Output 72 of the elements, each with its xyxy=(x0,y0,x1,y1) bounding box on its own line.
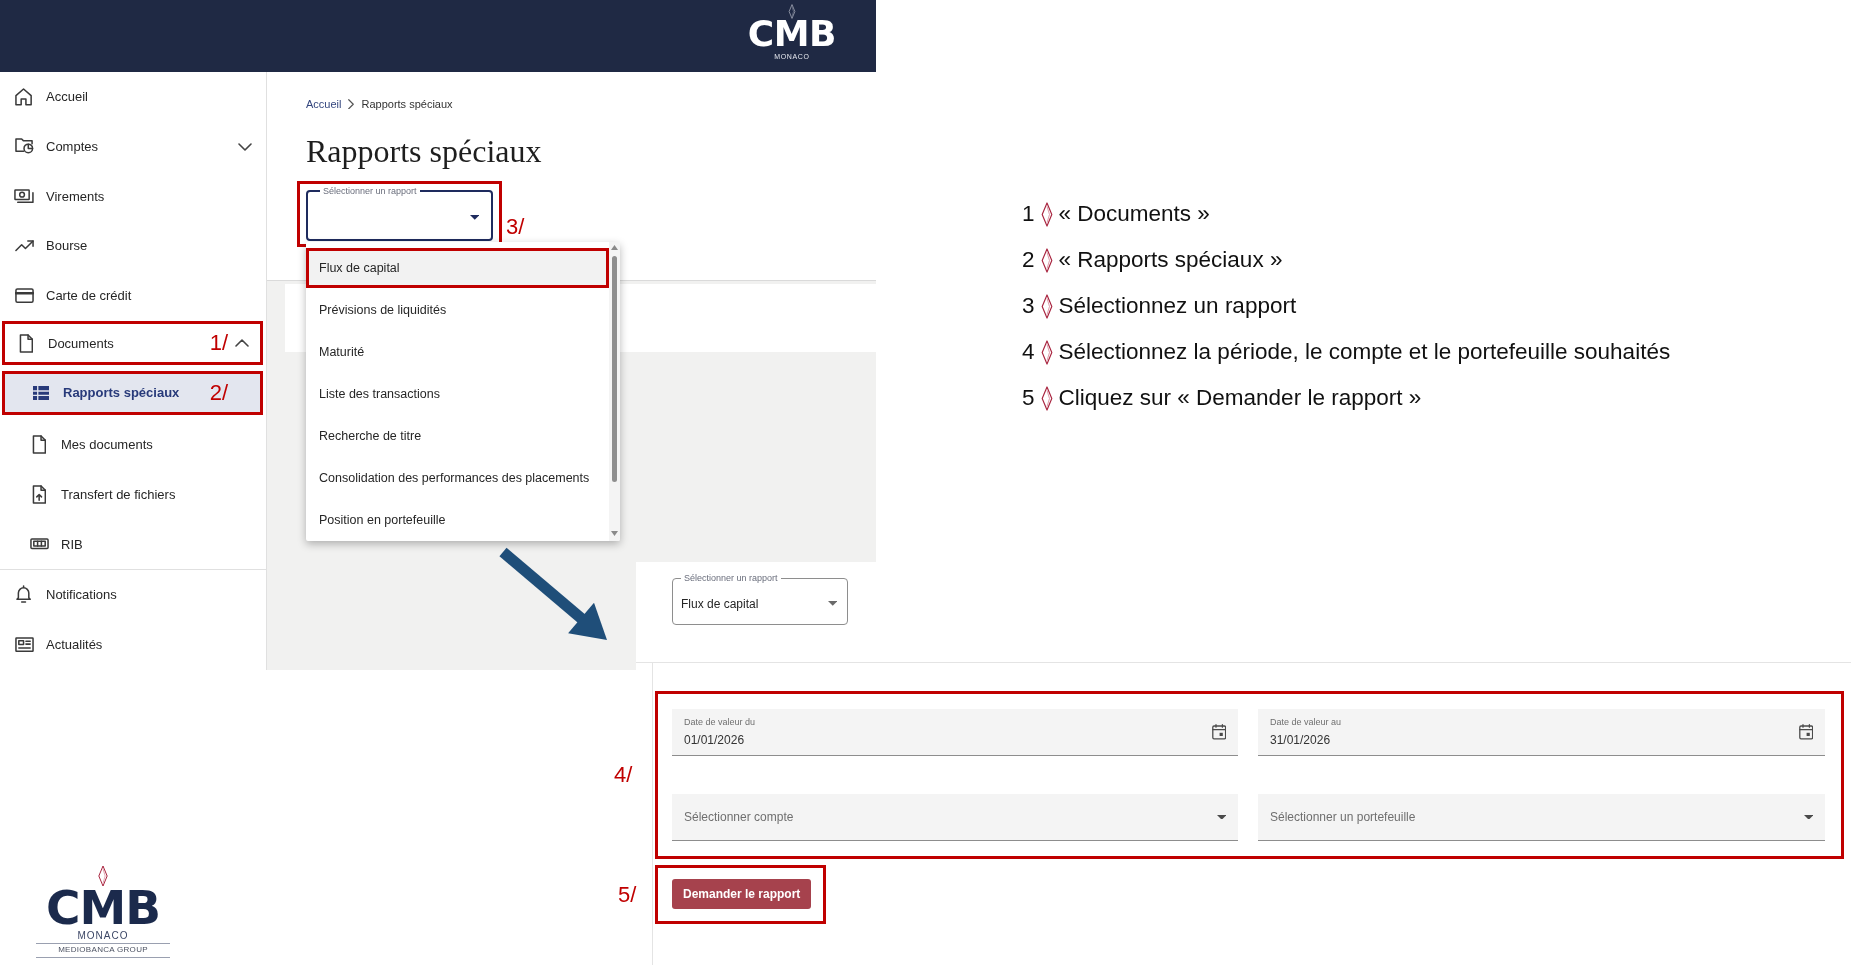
menu-item[interactable]: Liste des transactions xyxy=(306,373,609,415)
diamond-icon xyxy=(1040,293,1053,319)
diamond-icon xyxy=(1040,247,1053,273)
document-icon xyxy=(18,333,34,353)
diamond-icon xyxy=(98,865,108,887)
select-field[interactable]: Sélectionner un portefeuille xyxy=(1258,794,1825,841)
diamond-icon xyxy=(1040,385,1053,411)
list-icon xyxy=(32,385,50,401)
breadcrumb-link[interactable]: Accueil xyxy=(306,96,342,112)
step-label: 1/ xyxy=(209,331,228,356)
instruction-text: Sélectionnez un rapport xyxy=(1058,293,1297,319)
caret-down-icon xyxy=(1803,814,1813,820)
breadcrumb-current: Rapports spéciaux xyxy=(361,97,453,112)
diamond-icon xyxy=(787,4,796,19)
logo-wordmark: CMB xyxy=(747,19,836,49)
step-number: 5 xyxy=(1022,385,1035,411)
instruction-text: Cliquez sur « Demander le rapport » xyxy=(1058,385,1422,411)
logo-subtitle: MONACO xyxy=(77,930,129,941)
instruction-text: « Rapports spéciaux » xyxy=(1058,247,1283,273)
grid-box-icon xyxy=(29,538,49,550)
menu-item[interactable]: Position en portefeuille xyxy=(306,499,609,541)
instruction-text: « Documents » xyxy=(1058,201,1210,227)
credit-card-icon xyxy=(14,288,34,304)
document-upload-icon xyxy=(31,484,47,504)
sidebar-item[interactable]: Accueil xyxy=(0,74,252,119)
sidebar-item[interactable]: Mes documents xyxy=(0,422,252,467)
step-number: 4 xyxy=(1022,339,1035,365)
step-label: 5/ xyxy=(618,882,637,907)
diamond-icon xyxy=(1040,201,1053,227)
home-icon xyxy=(15,88,33,106)
step-number: 1 xyxy=(1022,201,1035,227)
step-number: 3 xyxy=(1022,293,1035,319)
trend-up-icon xyxy=(14,240,34,252)
sidebar-item[interactable]: Documents xyxy=(5,324,210,363)
step-label: 2/ xyxy=(209,380,228,405)
caret-down-icon xyxy=(469,215,479,220)
menu-item[interactable]: Maturité xyxy=(306,331,609,373)
date-field[interactable]: Date de valeur au 31/01/2026 xyxy=(1258,709,1825,756)
date-field[interactable]: Date de valeur du 01/01/2026 xyxy=(672,709,1238,756)
sidebar-item[interactable]: Transfert de fichiers xyxy=(0,472,252,517)
calendar-icon xyxy=(1798,724,1813,740)
request-report-button[interactable]: Demander le rapport xyxy=(672,879,812,909)
caret-down-icon xyxy=(827,601,837,606)
page-title: Rapports spéciaux xyxy=(306,132,543,170)
sidebar-item[interactable]: Carte de crédit xyxy=(0,273,252,318)
calendar-icon xyxy=(1211,724,1226,740)
sidebar-item[interactable]: Bourse xyxy=(0,223,252,268)
folder-chart-icon xyxy=(14,138,34,155)
menu-item[interactable]: Recherche de titre xyxy=(306,415,609,457)
report-select[interactable]: Sélectionner un rapport Flux de capital xyxy=(672,573,848,625)
banknote-icon xyxy=(14,189,34,204)
logo-wordmark: CMB xyxy=(45,888,161,928)
menu-item[interactable]: Flux de capital xyxy=(309,251,606,285)
sidebar-item[interactable]: RIB xyxy=(0,522,252,567)
sidebar-item[interactable]: Virements xyxy=(0,174,252,219)
step-label: 3/ xyxy=(506,215,525,239)
bell-icon xyxy=(16,585,32,604)
sidebar-item[interactable]: Notifications xyxy=(0,572,252,617)
select-field[interactable]: Sélectionner compte xyxy=(672,794,1238,841)
sidebar-item[interactable]: Actualités xyxy=(0,622,252,667)
document-icon xyxy=(31,435,47,455)
step-label: 4/ xyxy=(614,763,633,787)
scrollbar[interactable] xyxy=(609,242,620,541)
menu-item[interactable]: Consolidation des performances des placements xyxy=(306,457,609,499)
step-number: 2 xyxy=(1022,247,1035,273)
logo-tagline: MEDIOBANCA GROUP xyxy=(58,945,148,955)
caret-down-icon xyxy=(1216,814,1226,820)
newspaper-icon xyxy=(14,636,34,652)
instruction-text: Sélectionnez la période, le compte et le portefeuille souhaités xyxy=(1058,339,1671,365)
diamond-icon xyxy=(1040,339,1053,365)
chevron-right-icon xyxy=(348,98,355,110)
sidebar-item[interactable]: Comptes xyxy=(0,124,238,169)
